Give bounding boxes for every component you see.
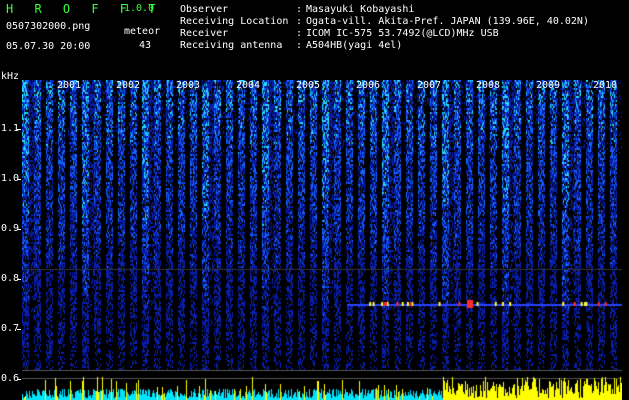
x-tick-label: 2007: [417, 80, 442, 91]
info-value: A504HB(yagi 4el): [306, 40, 403, 51]
info-row-antenna: Receiving antenna: A504HB(yagi 4el): [180, 40, 589, 52]
x-tick-label: 2006: [356, 80, 381, 91]
x-tick-label: 2004: [236, 80, 261, 91]
info-row-location: Receiving Location: Ogata-vill. Akita-Pre…: [180, 16, 589, 28]
x-tick-label: 2008: [476, 80, 501, 91]
y-tick-mark: [17, 279, 21, 280]
y-tick-mark: [17, 379, 21, 380]
info-key: Receiver: [180, 28, 229, 39]
app-version: 1.0.0: [124, 3, 155, 14]
y-tick-mark: [17, 329, 21, 330]
info-colon: :: [296, 28, 303, 39]
info-key: Receiving Location: [180, 16, 289, 27]
info-row-receiver: Receiver: ICOM IC-575 53.7492(@LCD)MHz US…: [180, 28, 589, 40]
station-info: Observer: Masayuki Kobayashi Receiving Lo…: [180, 4, 589, 52]
y-tick-mark: [17, 229, 21, 230]
y-tick-mark: [17, 129, 21, 130]
x-tick-label: 2001: [57, 80, 82, 91]
info-colon: :: [296, 4, 303, 15]
x-tick-label: 2009: [536, 80, 561, 91]
meteor-label: meteor: [124, 26, 161, 37]
info-value: Masayuki Kobayashi: [306, 4, 415, 15]
info-row-observer: Observer: Masayuki Kobayashi: [180, 4, 589, 16]
y-tick-mark: [17, 179, 21, 180]
x-tick-label: 2002: [116, 80, 141, 91]
info-colon: :: [296, 40, 303, 51]
info-colon: :: [296, 16, 303, 27]
info-key: Observer: [180, 4, 229, 15]
file-name: 0507302000.png: [6, 21, 91, 32]
x-tick-label: 2005: [296, 80, 321, 91]
info-value: ICOM IC-575 53.7492(@LCD)MHz USB: [306, 28, 499, 39]
x-tick-label: 2010: [593, 80, 618, 91]
spectrogram: [22, 80, 622, 400]
info-value: Ogata-vill. Akita-Pref. JAPAN (139.96E, …: [306, 16, 589, 27]
x-tick-label: 2003: [176, 80, 201, 91]
meteor-count: 43: [139, 40, 152, 51]
info-key: Receiving antenna: [180, 40, 283, 51]
frequency-unit: kHz: [1, 71, 20, 82]
capture-datetime: 05.07.30 20:00: [6, 41, 91, 52]
